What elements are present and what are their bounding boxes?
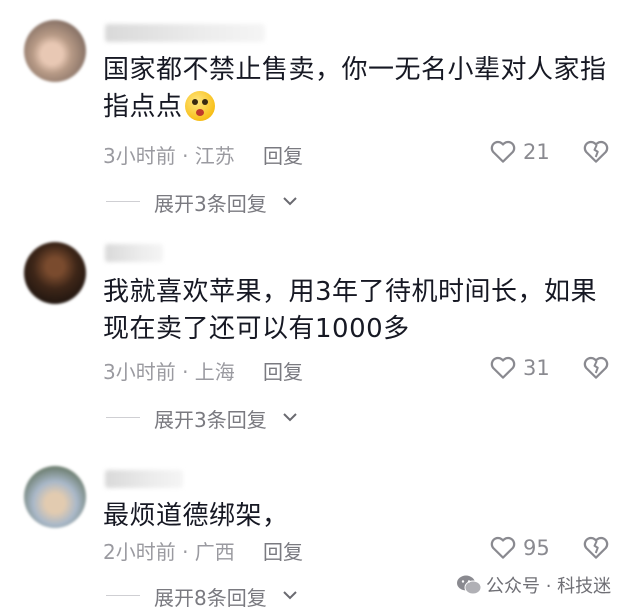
time-location: 3小时前 · 上海 [103,360,235,384]
heart-icon[interactable] [488,352,518,382]
comment-meta: 3小时前 · 江苏 回复 21 [103,140,623,169]
like-count: 95 [523,536,550,560]
divider-line [106,595,140,596]
username-blurred[interactable] [105,244,163,262]
expand-replies-label: 展开8条回复 [154,586,267,610]
comment-text: 国家都不禁止售卖，你一无名小辈对人家指指点点 [103,52,623,126]
comment-meta: 3小时前 · 上海 回复 31 [103,356,623,385]
expand-replies-label: 展开3条回复 [154,408,267,432]
username-blurred[interactable] [105,24,265,42]
chevron-down-icon [283,413,297,422]
comment-text-content: 国家都不禁止售卖，你一无名小辈对人家指指点点 [103,55,607,122]
broken-heart-icon[interactable] [581,136,611,166]
heart-icon[interactable] [488,532,518,562]
avatar[interactable] [24,466,86,528]
wechat-icon [457,575,482,595]
like-count: 21 [523,140,550,164]
time-location: 2小时前 · 广西 [103,540,235,564]
broken-heart-icon[interactable] [581,532,611,562]
watermark-text: 公众号 · 科技迷 [486,576,612,597]
heart-icon[interactable] [488,136,518,166]
reply-button[interactable]: 回复 [263,140,303,169]
chevron-down-icon [283,197,297,206]
reply-button[interactable]: 回复 [263,356,303,385]
username-blurred[interactable] [105,470,183,488]
comment-text: 我就喜欢苹果，用3年了待机时间长，如果现在卖了还可以有1000多 [103,277,598,344]
divider-line [106,417,140,418]
broken-heart-icon[interactable] [581,352,611,382]
expand-replies-label: 展开3条回复 [154,192,267,216]
like-count: 31 [523,356,550,380]
chevron-down-icon [283,591,297,600]
comment-meta: 2小时前 · 广西 回复 95 [103,536,623,565]
avatar[interactable] [24,242,86,304]
divider-line [106,201,140,202]
time-location: 3小时前 · 江苏 [103,144,235,168]
comment-text: 最烦道德绑架， [103,501,289,531]
avatar[interactable] [24,20,86,82]
shocked-face-emoji-icon [184,91,215,121]
reply-button[interactable]: 回复 [263,536,303,565]
